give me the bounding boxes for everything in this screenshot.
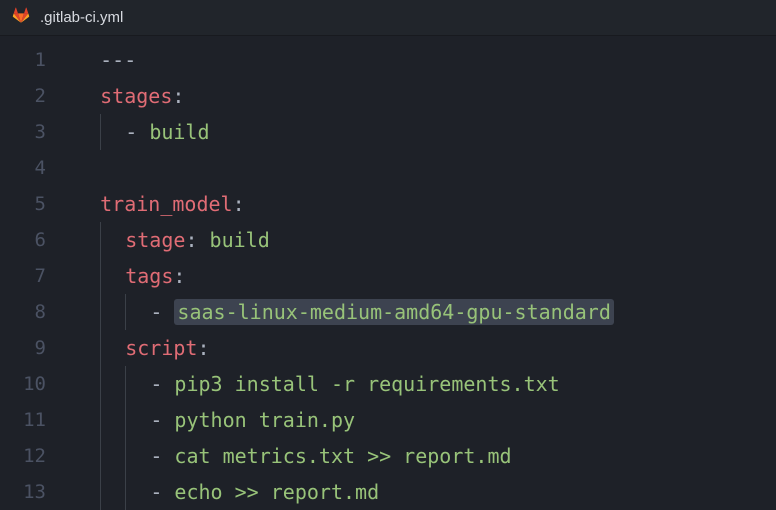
code-line: train_model:	[64, 186, 776, 222]
code-line: script:	[64, 330, 776, 366]
line-number: 12	[0, 438, 46, 474]
line-number: 10	[0, 366, 46, 402]
indent-guide	[125, 402, 126, 438]
yaml-value: build	[210, 228, 270, 252]
code-line: - python train.py	[64, 402, 776, 438]
yaml-key: script	[125, 336, 197, 360]
yaml-colon: :	[233, 192, 245, 216]
code-line: stage: build	[64, 222, 776, 258]
code-editor[interactable]: 1 2 3 4 5 6 7 8 9 10 11 12 13 --- stages…	[0, 36, 776, 510]
yaml-doc-start: ---	[100, 48, 136, 72]
indent-guide	[125, 366, 126, 402]
code-line: - pip3 install -r requirements.txt	[64, 366, 776, 402]
code-line: tags:	[64, 258, 776, 294]
indent-guide	[100, 114, 101, 150]
yaml-key: train_model	[100, 192, 232, 216]
line-number: 4	[0, 150, 46, 186]
yaml-colon: :	[185, 228, 209, 252]
line-number: 11	[0, 402, 46, 438]
line-number: 9	[0, 330, 46, 366]
yaml-colon: :	[172, 84, 184, 108]
code-line: - echo >> report.md	[64, 474, 776, 510]
line-number: 6	[0, 222, 46, 258]
line-number-gutter: 1 2 3 4 5 6 7 8 9 10 11 12 13	[0, 42, 64, 510]
yaml-value-highlighted: saas-linux-medium-amd64-gpu-standard	[174, 299, 613, 325]
yaml-colon: :	[197, 336, 209, 360]
indent-guide	[125, 474, 126, 510]
code-line: ---	[64, 42, 776, 78]
indent-guide	[100, 366, 101, 402]
code-line: - saas-linux-medium-amd64-gpu-standard	[64, 294, 776, 330]
line-number: 7	[0, 258, 46, 294]
indent-guide	[100, 474, 101, 510]
tab-filename[interactable]: .gitlab-ci.yml	[40, 9, 123, 26]
indent-guide	[100, 402, 101, 438]
code-line	[64, 150, 776, 186]
yaml-value: build	[149, 120, 209, 144]
indent-guide	[125, 438, 126, 474]
yaml-key: stages	[100, 84, 172, 108]
yaml-value: python train.py	[174, 408, 355, 432]
code-content[interactable]: --- stages: - build train_model: stage: …	[64, 42, 776, 510]
yaml-dash: -	[150, 408, 174, 432]
yaml-dash: -	[150, 300, 174, 324]
code-line: - build	[64, 114, 776, 150]
indent-guide	[100, 330, 101, 366]
yaml-dash: -	[150, 372, 174, 396]
line-number: 5	[0, 186, 46, 222]
yaml-key: stage	[125, 228, 185, 252]
gitlab-icon	[12, 6, 40, 30]
yaml-dash: -	[150, 480, 174, 504]
yaml-value: pip3 install -r requirements.txt	[174, 372, 559, 396]
indent-guide	[100, 222, 101, 258]
line-number: 13	[0, 474, 46, 510]
yaml-dash: -	[150, 444, 174, 468]
yaml-value: cat metrics.txt >> report.md	[174, 444, 511, 468]
line-number: 1	[0, 42, 46, 78]
indent-guide	[100, 438, 101, 474]
indent-guide	[100, 258, 101, 294]
code-line: - cat metrics.txt >> report.md	[64, 438, 776, 474]
indent-guide	[100, 294, 101, 330]
tab-bar: .gitlab-ci.yml	[0, 0, 776, 36]
yaml-key: tags	[125, 264, 173, 288]
code-line: stages:	[64, 78, 776, 114]
yaml-colon: :	[173, 264, 185, 288]
line-number: 8	[0, 294, 46, 330]
yaml-value: echo >> report.md	[174, 480, 379, 504]
line-number: 3	[0, 114, 46, 150]
line-number: 2	[0, 78, 46, 114]
yaml-dash: -	[125, 120, 149, 144]
indent-guide	[125, 294, 126, 330]
